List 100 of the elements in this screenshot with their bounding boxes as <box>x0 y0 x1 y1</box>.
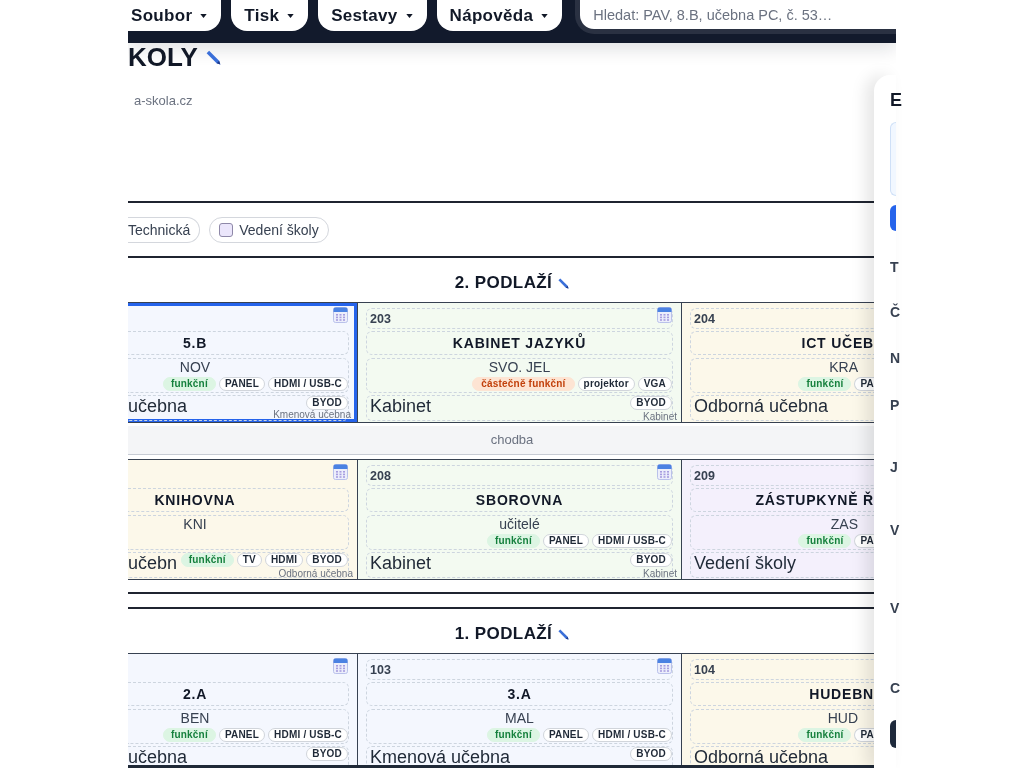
teacher-code: učitelé <box>499 517 540 532</box>
equipment-tag: BYOD <box>306 747 348 761</box>
equipment-tag: TV <box>236 553 262 567</box>
menu-button[interactable]: Soubor <box>128 0 222 31</box>
teacher-code: SVO. JEL <box>488 360 551 375</box>
room-type-label: Odborná učebna <box>278 569 353 578</box>
equipment-tag: BYOD <box>306 553 348 567</box>
room-type: učebna <box>128 747 188 767</box>
field-label: J <box>890 459 898 475</box>
teacher-code: KRA <box>829 360 858 375</box>
equipment-tag: BYOD <box>630 747 672 761</box>
calendar-icon[interactable] <box>657 657 672 674</box>
equipment-tag: HDMI / USB-C <box>268 377 348 391</box>
calendar-icon[interactable] <box>333 463 348 480</box>
status-tag: funkční <box>162 377 216 391</box>
equipment-tag: BYOD <box>306 396 348 410</box>
field-label: Č <box>890 304 901 320</box>
equipment-tag: HDMI / USB-C <box>592 534 672 548</box>
calendar-icon[interactable] <box>333 306 348 323</box>
room-type: učebna <box>128 396 188 416</box>
room-name: 5.B <box>182 335 208 351</box>
equipment-tag: PANEL <box>542 534 590 548</box>
room-number: 204 <box>694 311 715 326</box>
field-label: N <box>890 350 901 366</box>
room-card[interactable]: 208 SBOROVNA učitelé funkční PANEL HDMI / USB-C Kabinet BYOD Kabinet <box>357 460 681 579</box>
room-card[interactable]: 2.A BEN funkční PANEL HDMI / USB-C učebna BYOD <box>128 654 357 768</box>
room-name: KNIHOVNA <box>154 492 236 508</box>
equipment-tag: PANEL <box>542 728 590 742</box>
pencil-icon[interactable] <box>205 49 221 65</box>
room-number: 209 <box>694 468 715 483</box>
equipment-tag: HDMI / USB-C <box>592 728 672 742</box>
checkbox[interactable] <box>219 223 234 237</box>
status-tag: funkční <box>798 377 852 391</box>
teacher-code: NOV <box>179 360 211 375</box>
room-card[interactable]: 5.B NOV funkční PANEL HDMI / USB-C učebna BYOD Kmenová učebna <box>128 303 357 422</box>
caret-icon <box>200 13 208 18</box>
room-number: 203 <box>370 311 391 326</box>
equipment-tag: PANEL <box>218 728 266 742</box>
equipment-tag: HDMI <box>264 553 304 567</box>
filter-chip[interactable]: Vedení školy <box>209 217 329 243</box>
field-label: V <box>890 522 900 538</box>
search-field[interactable]: Hledat: PAV, 8.B, učebna PC, č. 53… <box>580 0 896 29</box>
teacher-code: BEN <box>180 711 210 726</box>
room-name: HUDEBN <box>809 686 874 702</box>
menu-button[interactable]: Tisk <box>231 0 309 31</box>
status-tag: funkční <box>162 728 216 742</box>
teacher-code: MAL <box>505 711 534 726</box>
room-name: ICT UČEB <box>801 335 874 351</box>
pencil-icon[interactable] <box>558 277 570 289</box>
room-card[interactable]: KNIHOVNA KNI učebn funkční TV HDMI BYOD Odborná učebna <box>128 460 357 579</box>
room-type: Kmenová učebna <box>370 747 511 767</box>
field-label: V <box>890 600 900 616</box>
field-label: T <box>890 259 899 275</box>
room-type: učebn <box>128 553 178 573</box>
room-name: 2.A <box>182 686 208 702</box>
floor-title: 2. PODLAŽÍ <box>454 274 553 292</box>
equipment-tag: PA <box>854 534 874 548</box>
filter-chip[interactable]: Technická <box>128 217 201 243</box>
room-name: ZÁSTUPKYNĚ Ř <box>755 492 874 508</box>
pencil-icon[interactable] <box>558 628 570 640</box>
caret-icon <box>287 13 295 18</box>
room-type-label: Kabinet <box>643 569 677 578</box>
room-card[interactable]: 209 ZÁSTUPKYNĚ Ř ZAS funkční PA Vedení školy <box>681 460 874 579</box>
status-tag: funkční <box>486 534 540 548</box>
action-button[interactable] <box>890 205 896 231</box>
room-card[interactable]: 104 HUDEBN HUD funkční PA Odborná učebna <box>681 654 874 768</box>
room-type: Kabinet <box>370 553 432 573</box>
equipment-tag: PANEL <box>218 377 266 391</box>
room-card[interactable]: 103 3.A MAL funkční PANEL HDMI / USB-C Kmenová učebna BYOD <box>357 654 681 768</box>
calendar-icon[interactable] <box>657 306 672 323</box>
corridor-label: chodba <box>490 433 534 447</box>
menu-button[interactable]: Nápověda <box>436 0 563 31</box>
page-title: KOLY <box>128 44 198 70</box>
status-tag: funkční <box>180 553 234 567</box>
calendar-icon[interactable] <box>333 657 348 674</box>
equipment-tag: BYOD <box>630 553 672 567</box>
equipment-tag: projektor <box>577 377 635 391</box>
room-number: 104 <box>694 662 715 677</box>
room-card[interactable]: 204 ICT UČEB KRA funkční PA Odborná učebna <box>681 303 874 422</box>
equipment-tag: BYOD <box>630 396 672 410</box>
floor-title: 1. PODLAŽÍ <box>454 625 553 643</box>
calendar-icon[interactable] <box>657 463 672 480</box>
room-name: 3.A <box>507 686 532 702</box>
teacher-code: ZAS <box>830 517 858 532</box>
status-tag: funkční <box>798 534 852 548</box>
menu-button[interactable]: Sestavy <box>318 0 427 31</box>
caret-icon <box>541 13 549 18</box>
equipment-tag: VGA <box>637 377 672 391</box>
status-tag: částečně funkční <box>472 377 575 391</box>
teacher-code: HUD <box>827 711 858 726</box>
round-button[interactable] <box>890 720 896 748</box>
room-type-label: Kabinet <box>643 412 677 421</box>
caret-icon <box>405 13 413 18</box>
room-name: SBOROVNA <box>475 492 564 508</box>
field-label: C <box>890 680 901 696</box>
room-type: Vedení školy <box>694 553 797 573</box>
equipment-tag: HDMI / USB-C <box>268 728 348 742</box>
room-type: Odborná učebna <box>694 747 829 767</box>
room-type-label: Kmenová učebna <box>273 410 351 419</box>
room-card[interactable]: 203 KABINET JAZYKŮ SVO. JEL částečně funkční projektor VGA Kabinet BYOD Kabinet <box>357 303 681 422</box>
